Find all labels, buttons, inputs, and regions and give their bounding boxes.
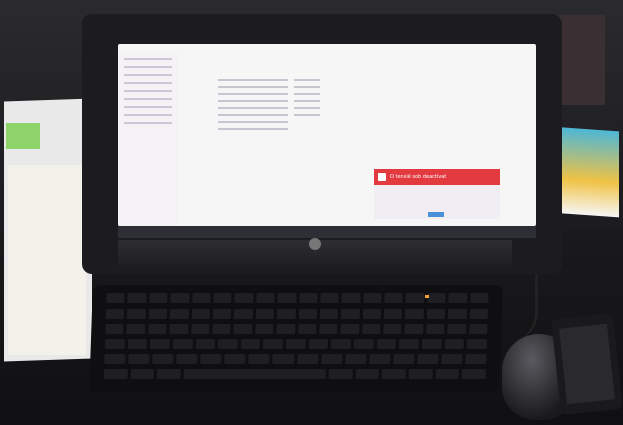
keyboard-led — [425, 295, 429, 298]
smartphone-screen — [559, 323, 615, 405]
photo-scene: O tensiё sob deactivat — [0, 0, 623, 425]
taskbar — [118, 226, 536, 238]
file-list — [218, 74, 288, 135]
green-sticky-note — [6, 123, 40, 149]
notification-icon — [378, 173, 386, 181]
paper-folder — [8, 165, 86, 355]
file-dates — [294, 74, 320, 121]
notification-button[interactable] — [428, 212, 444, 217]
notification-title: O tensiё sob deactivat — [390, 174, 447, 180]
brand-logo — [309, 238, 321, 250]
keyboard — [89, 285, 503, 393]
notification-banner[interactable]: O tensiё sob deactivat — [374, 169, 500, 185]
explorer-sidebar — [118, 52, 178, 226]
